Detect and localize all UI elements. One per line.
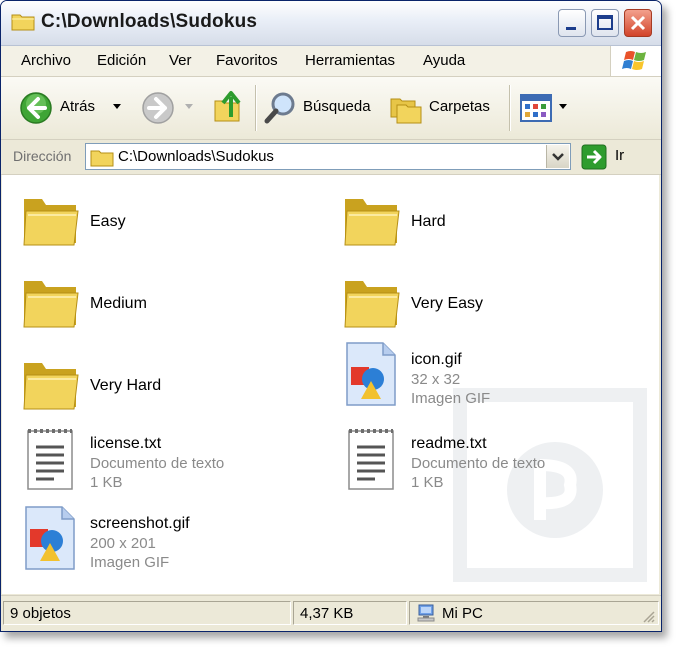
menu-ayuda[interactable]: Ayuda [423, 52, 465, 69]
item-size: 1 KB [90, 474, 123, 491]
explorer-window: C:\Downloads\Sudokus Archivo Edición Ver… [0, 0, 662, 632]
chevron-down-icon [113, 104, 121, 109]
windows-logo [610, 46, 661, 76]
folder-item-very-easy[interactable]: Very Easy [341, 267, 641, 337]
minimize-button[interactable] [558, 9, 586, 37]
status-size: 4,37 KB [300, 605, 354, 622]
resize-grip-icon[interactable] [642, 610, 656, 624]
item-name: Very Hard [90, 377, 162, 394]
folder-icon [23, 199, 79, 246]
status-bar: 9 objetos 4,37 KB Mi PC [1, 595, 661, 631]
address-bar: Dirección C:\Downloads\Sudokus Ir [1, 140, 661, 175]
close-button[interactable] [624, 9, 652, 37]
item-dimensions: 200 x 201 [90, 535, 156, 552]
text-document-icon [27, 429, 73, 490]
folder-icon [11, 14, 35, 31]
window-title: C:\Downloads\Sudokus [41, 11, 258, 32]
up-folder-button[interactable] [209, 87, 249, 127]
go-label: Ir [615, 147, 625, 164]
menu-herramientas[interactable]: Herramientas [305, 52, 395, 69]
address-field[interactable]: C:\Downloads\Sudokus [85, 143, 571, 170]
file-item-screenshot-gif[interactable]: screenshot.gif 200 x 201 Imagen GIF [20, 505, 320, 575]
computer-icon [417, 604, 435, 622]
chevron-down-icon [552, 153, 564, 161]
folder-item-easy[interactable]: Easy [20, 185, 320, 255]
folder-icon [344, 199, 400, 246]
folder-icon [23, 281, 79, 328]
item-name: readme.txt [411, 435, 487, 452]
file-list[interactable]: Easy Hard Medium Very Easy Very Hard ico… [2, 175, 659, 594]
toolbar-separator [255, 85, 256, 131]
file-item-icon-gif[interactable]: icon.gif 32 x 32 Imagen GIF [341, 341, 641, 411]
forward-button[interactable] [139, 89, 199, 127]
item-name: Medium [90, 295, 147, 312]
maximize-button[interactable] [591, 9, 619, 37]
item-dimensions: 32 x 32 [411, 371, 461, 388]
maximize-icon [597, 15, 613, 30]
gif-image-icon [25, 506, 75, 570]
folder-icon [344, 281, 400, 328]
item-name: Hard [411, 213, 446, 230]
windows-flag-icon [622, 51, 646, 70]
folder-item-medium[interactable]: Medium [20, 267, 320, 337]
chevron-down-icon [559, 104, 567, 109]
item-size: 1 KB [411, 474, 444, 491]
status-location-panel: Mi PC [409, 601, 659, 625]
file-item-license-txt[interactable]: license.txt Documento de texto 1 KB [20, 425, 320, 495]
up-folder-icon [214, 91, 241, 122]
file-item-readme-txt[interactable]: readme.txt Documento de texto 1 KB [341, 425, 641, 495]
back-label: Atrás [60, 98, 96, 115]
item-name: Very Easy [411, 295, 484, 312]
folder-item-very-hard[interactable]: Very Hard [20, 349, 320, 419]
item-name: license.txt [90, 435, 162, 452]
address-label: Dirección [13, 148, 72, 164]
title-bar[interactable]: C:\Downloads\Sudokus [1, 1, 661, 46]
menu-favoritos[interactable]: Favoritos [216, 52, 278, 69]
chevron-down-icon [185, 104, 193, 109]
go-button[interactable]: Ir [581, 144, 641, 170]
search-label: Búsqueda [303, 98, 371, 115]
search-icon [264, 92, 295, 124]
close-icon [630, 15, 646, 31]
item-name: icon.gif [411, 351, 462, 368]
search-button[interactable]: Búsqueda [263, 89, 379, 127]
item-type: Documento de texto [411, 455, 546, 472]
toolbar-separator [509, 85, 510, 131]
item-type: Documento de texto [90, 455, 225, 472]
menu-archivo[interactable]: Archivo [21, 52, 71, 69]
back-button[interactable]: Atrás [17, 89, 127, 127]
menu-edicion[interactable]: Edición [97, 52, 146, 69]
status-count: 9 objetos [10, 605, 71, 622]
toolbar: Atrás Búsqueda Carpetas [1, 77, 661, 140]
menu-bar: Archivo Edición Ver Favoritos Herramient… [1, 46, 661, 77]
status-location: Mi PC [442, 605, 483, 622]
folders-button[interactable]: Carpetas [389, 89, 501, 127]
folder-item-hard[interactable]: Hard [341, 185, 641, 255]
gif-image-icon [346, 342, 396, 406]
item-type: Imagen GIF [90, 554, 170, 571]
folder-icon [23, 363, 79, 410]
item-type: Imagen GIF [411, 390, 491, 407]
status-count-panel: 9 objetos [3, 601, 291, 625]
go-arrow-icon [581, 144, 607, 170]
address-value: C:\Downloads\Sudokus [118, 148, 274, 165]
folders-icon [390, 98, 422, 124]
address-dropdown-button[interactable] [546, 145, 569, 168]
menu-ver[interactable]: Ver [169, 52, 192, 69]
folder-icon [90, 150, 114, 167]
forward-arrow-icon [142, 92, 174, 124]
back-arrow-icon [20, 92, 52, 124]
views-button[interactable] [519, 91, 571, 125]
status-size-panel: 4,37 KB [293, 601, 407, 625]
text-document-icon [348, 429, 394, 490]
folders-label: Carpetas [429, 98, 490, 115]
item-name: Easy [90, 213, 126, 230]
views-icon [520, 94, 552, 122]
minimize-icon [566, 27, 576, 30]
item-name: screenshot.gif [90, 515, 190, 532]
